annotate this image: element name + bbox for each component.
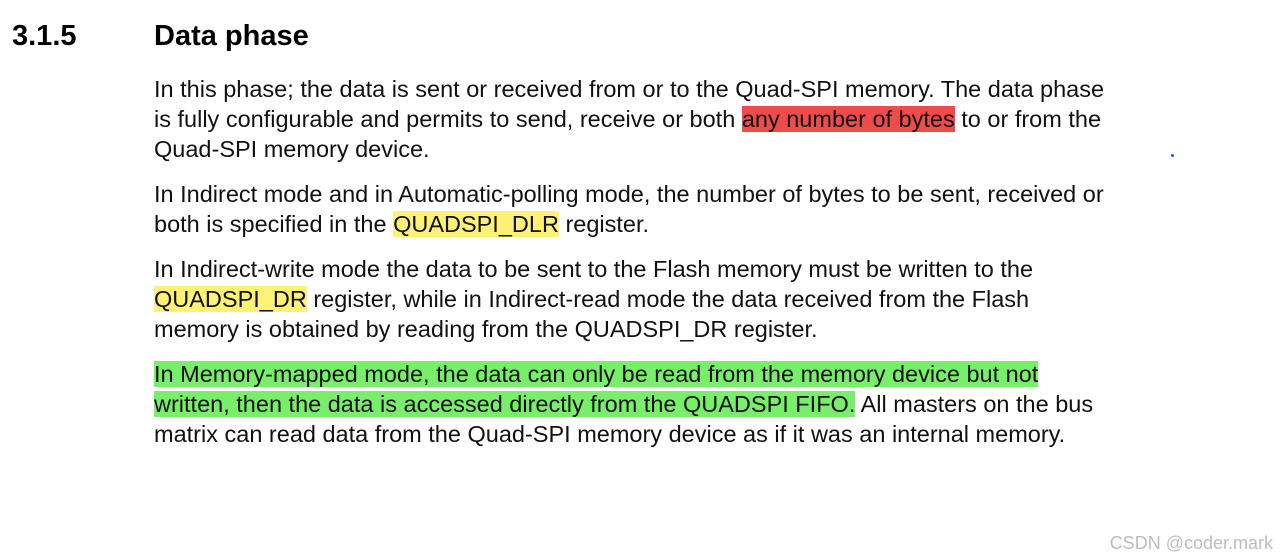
paragraph-4: In Memory-mapped mode, the data can only…	[154, 359, 1234, 449]
paragraph-line: Quad-SPI memory device.	[154, 136, 430, 162]
paragraph-line: In Indirect-write mode the data to be se…	[154, 256, 1034, 282]
paragraph-3: In Indirect-write mode the data to be se…	[154, 254, 1234, 344]
paragraph-line: In Indirect mode and in Automatic-pollin…	[154, 181, 1104, 207]
watermark: CSDN @coder.mark	[1109, 533, 1273, 553]
paragraph-line: memory is obtained by reading from the Q…	[154, 316, 818, 342]
paragraph-line: In this phase; the data is sent or recei…	[154, 76, 1105, 102]
paragraph-line: QUADSPI_DR register, while in Indirect-r…	[154, 286, 1030, 312]
highlight-yellow-text: QUADSPI_DR	[154, 286, 307, 312]
highlight-red-text: any number of bytes	[741, 106, 955, 132]
paragraph-line: written, then the data is accessed direc…	[154, 391, 1094, 417]
paragraph-line: is fully configurable and permits to sen…	[154, 106, 1102, 132]
highlight-green-text: In Memory-mapped mode, the data can only…	[154, 361, 1039, 387]
highlight-green-text: written, then the data is accessed direc…	[154, 391, 856, 417]
paragraph-line: both is specified in the QUADSPI_DLR reg…	[154, 211, 650, 237]
highlight-yellow-text: QUADSPI_DLR	[393, 211, 559, 237]
paragraph-line: matrix can read data from the Quad-SPI m…	[154, 421, 1066, 447]
paragraph-1: In this phase; the data is sent or recei…	[154, 74, 1234, 164]
section-number: 3.1.5	[12, 20, 77, 52]
paragraph-2: In Indirect mode and in Automatic-pollin…	[154, 179, 1234, 239]
section-title: Data phase	[154, 20, 309, 52]
stray-dot	[1171, 154, 1174, 157]
paragraph-line: In Memory-mapped mode, the data can only…	[154, 359, 1234, 389]
